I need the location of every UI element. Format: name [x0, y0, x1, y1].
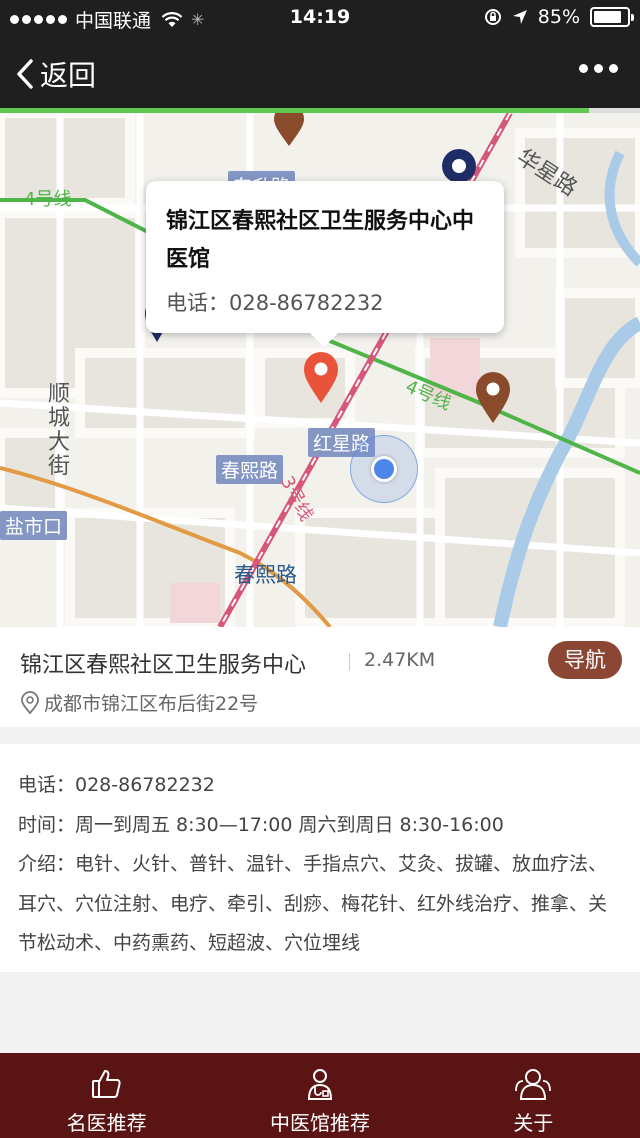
doctor-icon	[307, 1069, 332, 1100]
tab-famous-doctors[interactable]: 名医推荐	[0, 1053, 213, 1138]
location-pin-icon	[21, 690, 39, 714]
map-pin-navy-top[interactable]	[440, 147, 478, 183]
map-info-popup[interactable]: 锦江区春熙社区卫生服务中心中医馆 电话：028-86782232	[146, 181, 504, 347]
place-address: 成都市锦江区布后街22号	[44, 693, 259, 715]
map-label-line4-top: 4号线	[24, 189, 72, 210]
popup-title: 锦江区春熙社区卫生服务中心中医馆	[166, 209, 475, 272]
tab-label: 中医馆推荐	[269, 1111, 370, 1135]
map-view[interactable]: 东升路 4号线 华星路 顺 城 大 街 4号线 红星路 春熙路 3号线 盐市口 …	[0, 113, 640, 627]
map-road-tag-yanshikou: 盐市口	[0, 511, 68, 540]
navigate-button[interactable]: 导航	[548, 641, 622, 679]
detail-hours: 时间：周一到周五 8:30—17:00 周六到周日 8:30-16:00	[18, 813, 504, 836]
map-label-chunxi-road: 春熙路	[234, 563, 297, 587]
location-arrow-icon	[512, 10, 527, 24]
map-label-shuncheng-street: 顺 城 大 街	[48, 382, 71, 479]
divider	[349, 653, 350, 671]
battery-icon	[590, 7, 634, 27]
map-road-tag-chunxi: 春熙路	[216, 455, 284, 484]
tab-label: 关于	[513, 1111, 554, 1135]
tab-tcm-clinics[interactable]: 中医馆推荐	[213, 1053, 426, 1138]
place-summary-card: 锦江区春熙社区卫生服务中心 2.47KM 导航 成都市锦江区布后街22号	[0, 627, 640, 727]
place-name: 锦江区春熙社区卫生服务中心	[20, 653, 307, 678]
tab-label: 名医推荐	[66, 1111, 147, 1135]
current-location-dot	[371, 456, 397, 482]
more-menu-button[interactable]	[579, 64, 618, 73]
tab-about[interactable]: 关于	[427, 1053, 640, 1138]
status-right: 85%	[484, 6, 634, 28]
map-pin-brown-top[interactable]	[272, 113, 306, 147]
address-row: 成都市锦江区布后街22号	[20, 689, 258, 716]
status-bar: 中国联通 ✳ 14:19 85%	[0, 0, 640, 36]
rotation-lock-icon	[484, 9, 501, 25]
place-details-card: 电话：028-86782232 时间：周一到周五 8:30—17:00 周六到周…	[0, 744, 640, 972]
battery-percent: 85%	[537, 6, 580, 28]
popup-phone: 电话：028-86782232	[166, 291, 384, 315]
place-distance: 2.47KM	[364, 649, 436, 671]
chevron-left-icon	[17, 59, 33, 89]
map-pin-brown-right[interactable]	[474, 370, 512, 424]
back-label: 返回	[40, 59, 97, 92]
people-icon	[515, 1069, 552, 1100]
bottom-tab-bar: 名医推荐 中医馆推荐 关于	[0, 1053, 640, 1138]
back-button[interactable]: 返回	[16, 54, 96, 94]
detail-phone: 电话：028-86782232	[18, 774, 215, 796]
detail-intro: 介绍：电针、火针、普针、温针、手指点穴、艾灸、拔罐、放血疗法、耳穴、穴位注射、电…	[18, 853, 608, 954]
map-pin-selected[interactable]	[302, 350, 340, 404]
nav-bar: 返回	[0, 36, 640, 108]
thumbs-up-icon	[91, 1070, 121, 1098]
